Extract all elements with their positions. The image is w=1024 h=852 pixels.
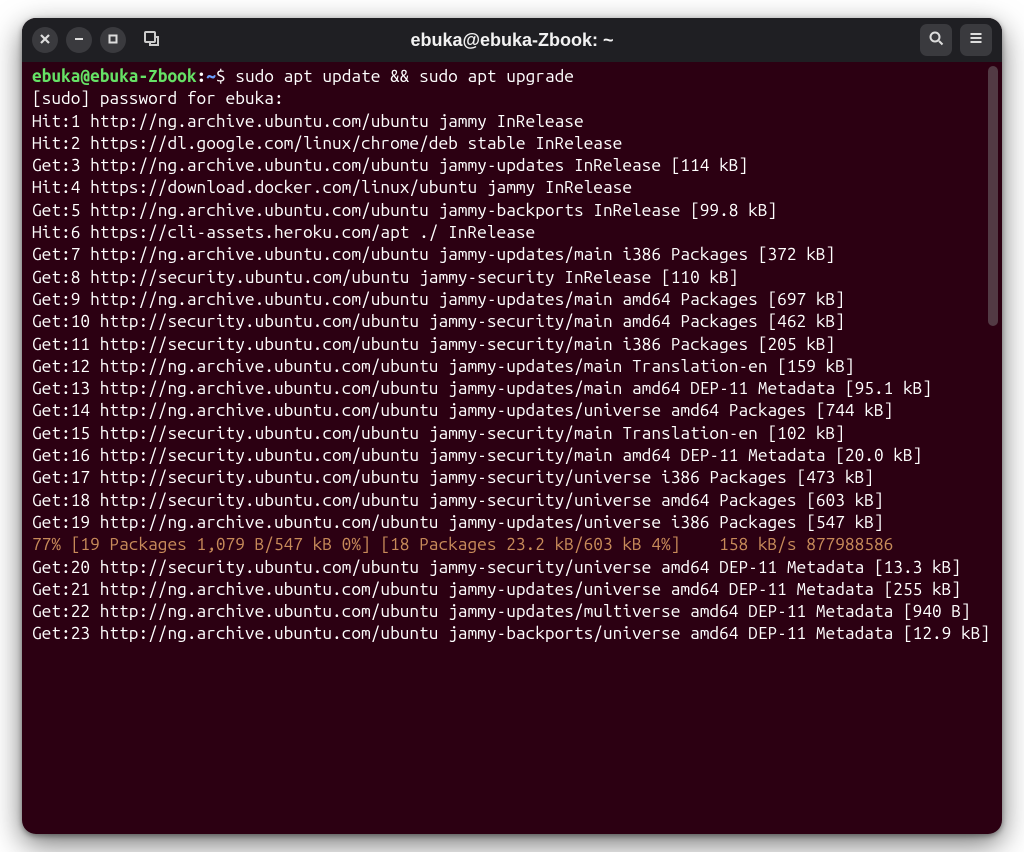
menu-button[interactable] — [960, 24, 992, 56]
output-line: Get:3 http://ng.archive.ubuntu.com/ubunt… — [32, 156, 748, 175]
hamburger-icon — [968, 30, 984, 51]
prompt-symbol: $ — [216, 67, 235, 86]
output-line: Hit:2 https://dl.google.com/linux/chrome… — [32, 134, 622, 153]
terminal-body[interactable]: ebuka@ebuka-Zbook:~$ sudo apt update && … — [22, 62, 1002, 834]
output-line: Get:17 http://security.ubuntu.com/ubuntu… — [32, 468, 874, 487]
prompt-path: ~ — [206, 67, 216, 86]
window-controls — [22, 27, 126, 53]
terminal-window: ebuka@ebuka-Zbook: ~ ebuka@ebuka-Zbook:~… — [22, 18, 1002, 834]
terminal-text-area[interactable]: ebuka@ebuka-Zbook:~$ sudo apt update && … — [22, 62, 1002, 834]
close-icon — [39, 33, 51, 48]
new-tab-button[interactable] — [136, 25, 166, 55]
prompt-command: sudo apt update && sudo apt upgrade — [235, 67, 574, 86]
prompt-separator: : — [197, 67, 207, 86]
output-line: Get:13 http://ng.archive.ubuntu.com/ubun… — [32, 379, 932, 398]
output-line: Get:16 http://security.ubuntu.com/ubuntu… — [32, 446, 922, 465]
output-line: Get:23 http://ng.archive.ubuntu.com/ubun… — [32, 624, 990, 643]
output-line: Get:15 http://security.ubuntu.com/ubuntu… — [32, 424, 845, 443]
prompt-user-host: ebuka@ebuka-Zbook — [32, 67, 197, 86]
output-line: Get:8 http://security.ubuntu.com/ubuntu … — [32, 268, 738, 287]
output-line: [sudo] password for ebuka: — [32, 89, 284, 108]
search-button[interactable] — [920, 24, 952, 56]
output-line: Hit:6 https://cli-assets.heroku.com/apt … — [32, 223, 535, 242]
maximize-button[interactable] — [100, 27, 126, 53]
output-line: Hit:1 http://ng.archive.ubuntu.com/ubunt… — [32, 112, 584, 131]
new-tab-icon — [143, 30, 159, 51]
minimize-button[interactable] — [66, 27, 92, 53]
output-line: Get:14 http://ng.archive.ubuntu.com/ubun… — [32, 401, 893, 420]
output-line: Get:19 http://ng.archive.ubuntu.com/ubun… — [32, 513, 884, 532]
search-icon — [928, 30, 944, 51]
apt-progress-line: 77% [19 Packages 1,079 B/547 kB 0%] [18 … — [32, 535, 893, 554]
output-line: Get:11 http://security.ubuntu.com/ubuntu… — [32, 335, 835, 354]
output-line: Get:9 http://ng.archive.ubuntu.com/ubunt… — [32, 290, 845, 309]
close-button[interactable] — [32, 27, 58, 53]
output-line: Get:5 http://ng.archive.ubuntu.com/ubunt… — [32, 201, 777, 220]
output-line: Get:21 http://ng.archive.ubuntu.com/ubun… — [32, 580, 961, 599]
titlebar-right — [920, 24, 1002, 56]
output-line: Get:22 http://ng.archive.ubuntu.com/ubun… — [32, 602, 971, 621]
output-line: Hit:4 https://download.docker.com/linux/… — [32, 178, 632, 197]
output-line: Get:18 http://security.ubuntu.com/ubuntu… — [32, 491, 884, 510]
maximize-icon — [107, 33, 119, 48]
output-line: Get:12 http://ng.archive.ubuntu.com/ubun… — [32, 357, 855, 376]
output-line: Get:10 http://security.ubuntu.com/ubuntu… — [32, 312, 845, 331]
output-line: Get:7 http://ng.archive.ubuntu.com/ubunt… — [32, 245, 835, 264]
output-line: Get:20 http://security.ubuntu.com/ubuntu… — [32, 558, 961, 577]
titlebar: ebuka@ebuka-Zbook: ~ — [22, 18, 1002, 62]
minimize-icon — [73, 33, 85, 48]
window-title: ebuka@ebuka-Zbook: ~ — [22, 30, 1002, 51]
scrollbar-thumb[interactable] — [988, 66, 998, 326]
